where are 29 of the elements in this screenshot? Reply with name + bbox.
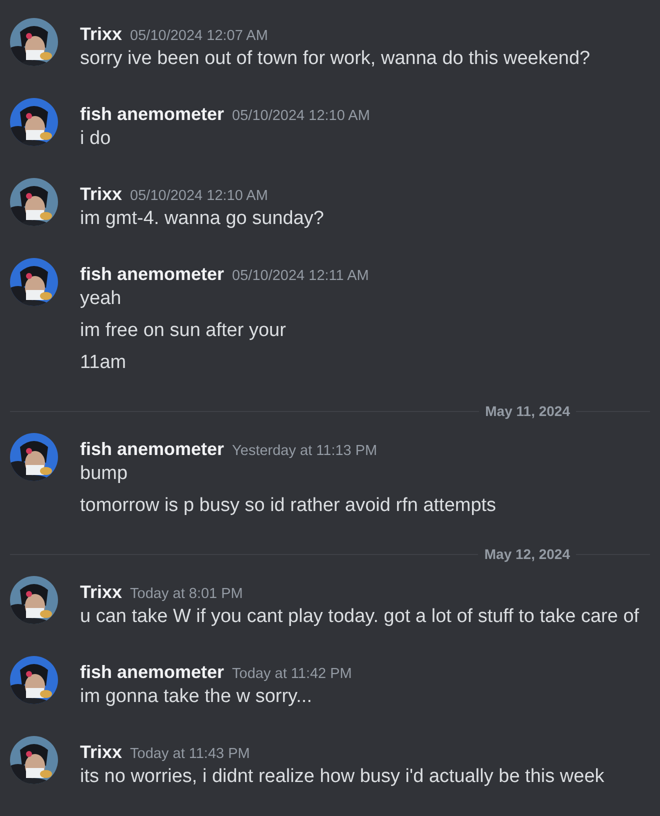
timestamp: 05/10/2024 12:07 AM xyxy=(130,27,268,46)
message-text: sorry ive been out of town for work, wanna do this weekend? xyxy=(80,47,590,71)
date-divider: May 12, 2024 xyxy=(483,546,571,562)
message-text: im free on sun after your xyxy=(80,319,287,343)
message-text: 11am xyxy=(80,351,128,375)
username[interactable]: Trixx xyxy=(80,181,122,207)
timestamp: 05/10/2024 12:10 AM xyxy=(232,107,370,126)
username[interactable]: fish anemometer xyxy=(80,101,224,127)
username[interactable]: Trixx xyxy=(80,739,122,765)
timestamp: 05/10/2024 12:10 AM xyxy=(130,187,268,206)
message-text: tomorrow is p busy so id rather avoid rfn attempts xyxy=(80,494,496,518)
message-text: u can take W if you cant play today. got a lot of stuff to take care of xyxy=(80,605,640,629)
message-text: bump xyxy=(80,462,129,486)
message-text: yeah xyxy=(80,287,122,311)
username[interactable]: Trixx xyxy=(80,21,122,47)
username[interactable]: Trixx xyxy=(80,579,122,605)
message-text: i do xyxy=(80,127,112,151)
date-divider: May 11, 2024 xyxy=(484,403,571,419)
timestamp: 05/10/2024 12:11 AM xyxy=(232,267,369,286)
timestamp: Today at 11:42 PM xyxy=(232,665,352,684)
username[interactable]: fish anemometer xyxy=(80,261,224,287)
message-text: im gmt-4. wanna go sunday? xyxy=(80,207,324,231)
username[interactable]: fish anemometer xyxy=(80,436,224,462)
message-text: im gonna take the w sorry... xyxy=(80,685,313,709)
username[interactable]: fish anemometer xyxy=(80,659,224,685)
message-text: its no worries, i didnt realize how busy i'd actually be this week xyxy=(80,765,604,789)
timestamp: Yesterday at 11:13 PM xyxy=(232,442,378,461)
timestamp: Today at 8:01 PM xyxy=(130,585,243,604)
timestamp: Today at 11:43 PM xyxy=(130,745,250,764)
